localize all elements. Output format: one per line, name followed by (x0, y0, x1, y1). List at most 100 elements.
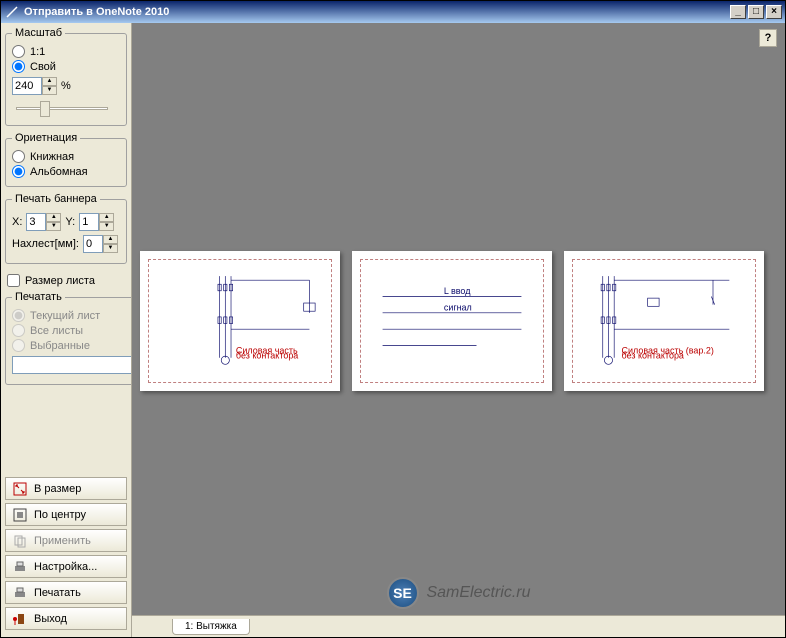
titlebar: Отправить в OneNote 2010 _ □ × (1, 1, 785, 23)
tabbar: 1: Вытяжка (132, 615, 785, 637)
page-border: L ввод сигнал (360, 259, 544, 383)
overlap-spinner[interactable]: ▲▼ (83, 235, 118, 253)
sheet-size-label: Размер листа (25, 275, 95, 287)
schematic-3: Силовая часть (вар.2) без контактора (585, 272, 743, 370)
print-button[interactable]: Печатать (5, 581, 127, 604)
scale-custom-label: Свой (30, 61, 56, 73)
scale-unit: % (61, 80, 71, 92)
watermark-logo: SE (386, 577, 418, 609)
sheet-size-checkbox[interactable] (7, 274, 20, 287)
all-label: Все листы (30, 325, 83, 337)
current-label: Текущий лист (30, 310, 100, 322)
orientation-group: Ориетнация Книжная Альбомная (5, 132, 127, 187)
banner-y-input[interactable] (79, 213, 99, 231)
main-area: ? (131, 23, 785, 637)
minimize-button[interactable]: _ (730, 5, 746, 19)
help-button[interactable]: ? (759, 29, 777, 47)
print-legend: Печатать (12, 291, 65, 303)
scale-input[interactable] (12, 77, 42, 95)
apply-icon (12, 533, 28, 549)
schematic-1: Силовая часть без контактора (161, 272, 319, 370)
banner-y-spinner[interactable]: ▲▼ (79, 213, 114, 231)
preview-area[interactable]: ? (132, 23, 785, 615)
scale-1to1-row[interactable]: 1:1 (12, 45, 120, 58)
exit-button[interactable]: Выход (5, 607, 127, 630)
selected-radio[interactable] (12, 339, 25, 352)
portrait-radio[interactable] (12, 150, 25, 163)
center-label: По центру (34, 509, 86, 521)
y-up[interactable]: ▲ (99, 213, 114, 222)
watermark-text: SamElectric.ru (426, 584, 530, 602)
center-button[interactable]: По центру (5, 503, 127, 526)
page-border: Силовая часть (вар.2) без контактора (572, 259, 756, 383)
orientation-landscape-row[interactable]: Альбомная (12, 165, 120, 178)
banner-x-spinner[interactable]: ▲▼ (26, 213, 61, 231)
banner-legend: Печать баннера (12, 193, 100, 205)
client-area: Масштаб 1:1 Свой ▲▼ % (1, 23, 785, 637)
fit-label: В размер (34, 483, 81, 495)
scale-up-arrow[interactable]: ▲ (42, 77, 57, 86)
exit-label: Выход (34, 613, 67, 625)
svg-text:без контактора: без контактора (236, 351, 298, 361)
y-down[interactable]: ▼ (99, 222, 114, 231)
center-icon (12, 507, 28, 523)
schematic-2: L ввод сигнал (373, 272, 531, 370)
scale-down-arrow[interactable]: ▼ (42, 86, 57, 95)
app-window: Отправить в OneNote 2010 _ □ × Масштаб 1… (0, 0, 786, 638)
fit-button[interactable]: В размер (5, 477, 127, 500)
landscape-label: Альбомная (30, 166, 88, 178)
printer-setup-icon (12, 559, 28, 575)
page-border: Силовая часть без контактора (148, 259, 332, 383)
app-icon (4, 4, 20, 20)
setup-button[interactable]: Настройка... (5, 555, 127, 578)
all-radio[interactable] (12, 324, 25, 337)
window-buttons: _ □ × (730, 5, 782, 19)
x-up[interactable]: ▲ (46, 213, 61, 222)
ov-up[interactable]: ▲ (103, 235, 118, 244)
slider-track (16, 107, 108, 110)
close-button[interactable]: × (766, 5, 782, 19)
print-label: Печатать (34, 587, 81, 599)
banner-x-input[interactable] (26, 213, 46, 231)
maximize-button[interactable]: □ (748, 5, 764, 19)
ov-down[interactable]: ▼ (103, 244, 118, 253)
scale-value-row: ▲▼ % (12, 77, 120, 95)
svg-text:сигнал: сигнал (444, 302, 472, 312)
overlap-input[interactable] (83, 235, 103, 253)
window-title: Отправить в OneNote 2010 (24, 6, 730, 18)
current-radio[interactable] (12, 309, 25, 322)
orientation-legend: Ориетнация (12, 132, 80, 144)
landscape-radio[interactable] (12, 165, 25, 178)
banner-xy-row: X: ▲▼ Y: ▲▼ (12, 213, 120, 231)
banner-x-label: X: (12, 216, 22, 228)
x-down[interactable]: ▼ (46, 222, 61, 231)
preview-page-3[interactable]: Силовая часть (вар.2) без контактора (564, 251, 764, 391)
preview-page-1[interactable]: Силовая часть без контактора (140, 251, 340, 391)
exit-icon (12, 611, 28, 627)
portrait-label: Книжная (30, 151, 74, 163)
scale-1to1-label: 1:1 (30, 46, 45, 58)
watermark: SE SamElectric.ru (386, 577, 530, 609)
sheet-tab[interactable]: 1: Вытяжка (172, 619, 250, 635)
sidebar: Масштаб 1:1 Свой ▲▼ % (1, 23, 131, 637)
sheet-size-row[interactable]: Размер листа (7, 274, 125, 287)
sidebar-spacer (5, 391, 127, 477)
scale-legend: Масштаб (12, 27, 65, 39)
scale-custom-radio[interactable] (12, 60, 25, 73)
printer-icon (12, 585, 28, 601)
fit-icon (12, 481, 28, 497)
selected-label: Выбранные (30, 340, 90, 352)
scale-slider[interactable] (12, 99, 112, 119)
scale-group: Масштаб 1:1 Свой ▲▼ % (5, 27, 127, 126)
scale-1to1-radio[interactable] (12, 45, 25, 58)
scale-custom-row[interactable]: Свой (12, 60, 120, 73)
preview-page-2[interactable]: L ввод сигнал (352, 251, 552, 391)
svg-text:L ввод: L ввод (444, 286, 471, 296)
slider-thumb[interactable] (40, 101, 50, 117)
overlap-label: Нахлест[мм]: (12, 238, 79, 250)
apply-button: Применить (5, 529, 127, 552)
svg-text:без контактора: без контактора (622, 351, 684, 361)
scale-spinner[interactable]: ▲▼ (12, 77, 57, 95)
banner-group: Печать баннера X: ▲▼ Y: ▲▼ Нахлест[мм]: (5, 193, 127, 264)
orientation-portrait-row[interactable]: Книжная (12, 150, 120, 163)
